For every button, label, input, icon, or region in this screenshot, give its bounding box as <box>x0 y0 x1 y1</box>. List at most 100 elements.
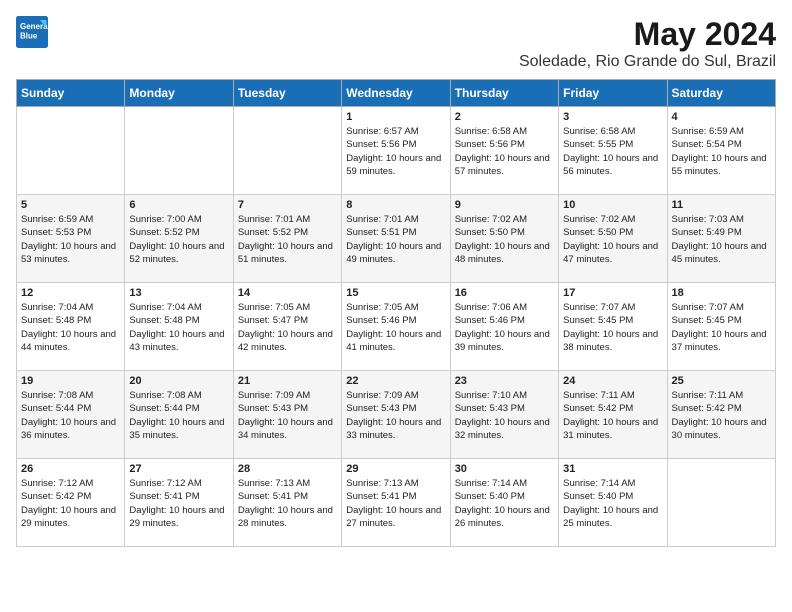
calendar-cell: 19Sunrise: 7:08 AMSunset: 5:44 PMDayligh… <box>17 371 125 459</box>
calendar-cell: 31Sunrise: 7:14 AMSunset: 5:40 PMDayligh… <box>559 459 667 547</box>
day-info: Sunrise: 7:04 AMSunset: 5:48 PMDaylight:… <box>129 301 228 354</box>
calendar-cell: 24 Sunrise: 7:11 AMSunset: 5:42 PMDayligh… <box>559 371 667 459</box>
day-number: 1 <box>346 111 445 123</box>
weekday-header: Monday <box>125 80 233 107</box>
calendar-cell: 30 Sunrise: 7:14 AMSunset: 5:40 PMDayligh… <box>450 459 558 547</box>
calendar-cell: 1 Sunrise: 6:57 AMSunset: 5:56 PMDaylight… <box>342 107 450 195</box>
day-number: 21 <box>238 375 337 387</box>
day-number: 2 <box>455 111 554 123</box>
calendar-week-row: 19 Sunrise: 7:08 AMSunset: 5:44 PMDayligh… <box>17 371 776 459</box>
calendar-week-row: 26 Sunrise: 7:12 AMSunset: 5:42 PMDayligh… <box>17 459 776 547</box>
day-info: Sunrise: 6:59 AMSunset: 5:54 PMDaylight:… <box>672 125 771 178</box>
calendar-cell: 12 Sunrise: 7:04 AMSunset: 5:48 PMDayligh… <box>17 283 125 371</box>
day-number: 4 <box>672 111 771 123</box>
calendar-cell: 25 Sunrise: 7:11 AMSunset: 5:42 PMDayligh… <box>667 371 775 459</box>
calendar-cell: 14 Sunrise: 7:05 AMSunset: 5:47 PMDayligh… <box>233 283 341 371</box>
calendar-table: SundayMondayTuesdayWednesdayThursdayFrid… <box>16 79 776 547</box>
calendar-week-row: 12 Sunrise: 7:04 AMSunset: 5:48 PMDayligh… <box>17 283 776 371</box>
day-number: 6 <box>129 199 228 211</box>
day-info: Sunrise: 7:07 AMSunset: 5:45 PMDaylight:… <box>563 301 662 354</box>
day-number: 27 <box>129 463 228 475</box>
weekday-header: Friday <box>559 80 667 107</box>
day-number: 10 <box>563 199 662 211</box>
day-info: Sunrise: 7:05 AMSunset: 5:46 PMDaylight:… <box>346 301 445 354</box>
day-number: 29 <box>346 463 445 475</box>
day-number: 7 <box>238 199 337 211</box>
day-info: Sunrise: 7:02 AMSunset: 5:50 PMDaylight:… <box>455 213 554 266</box>
day-number: 12 <box>21 287 120 299</box>
day-info: Sunrise: 7:12 AMSunset: 5:42 PMDaylight:… <box>21 477 120 530</box>
calendar-cell: 23Sunrise: 7:10 AMSunset: 5:43 PMDayligh… <box>450 371 558 459</box>
weekday-header: Thursday <box>450 80 558 107</box>
svg-text:Blue: Blue <box>20 31 38 40</box>
day-info: Sunrise: 7:03 AMSunset: 5:49 PMDaylight:… <box>672 213 771 266</box>
month-title: May 2024 <box>519 16 776 53</box>
calendar-cell: 26 Sunrise: 7:12 AMSunset: 5:42 PMDayligh… <box>17 459 125 547</box>
weekday-header: Wednesday <box>342 80 450 107</box>
title-block: May 2024 Soledade, Rio Grande do Sul, Br… <box>519 16 776 71</box>
day-number: 24 <box>563 375 662 387</box>
day-info: Sunrise: 7:09 AMSunset: 5:43 PMDaylight:… <box>238 389 337 442</box>
day-info: Sunrise: 7:14 AMSunset: 5:40 PMDaylight:… <box>563 477 662 530</box>
day-number: 3 <box>563 111 662 123</box>
day-info: Sunrise: 6:57 AMSunset: 5:56 PMDaylight:… <box>346 125 445 178</box>
day-info: Sunrise: 7:09 AMSunset: 5:43 PMDaylight:… <box>346 389 445 442</box>
day-info: Sunrise: 7:01 AMSunset: 5:52 PMDaylight:… <box>238 213 337 266</box>
day-number: 28 <box>238 463 337 475</box>
day-number: 19 <box>21 375 120 387</box>
calendar-week-row: 1 Sunrise: 6:57 AMSunset: 5:56 PMDaylight… <box>17 107 776 195</box>
calendar-cell: 6 Sunrise: 7:00 AMSunset: 5:52 PMDaylight… <box>125 195 233 283</box>
calendar-cell: 17 Sunrise: 7:07 AMSunset: 5:45 PMDayligh… <box>559 283 667 371</box>
day-number: 9 <box>455 199 554 211</box>
day-number: 17 <box>563 287 662 299</box>
day-info: Sunrise: 7:08 AMSunset: 5:44 PMDaylight:… <box>129 389 228 442</box>
calendar-cell: 5 Sunrise: 6:59 AMSunset: 5:53 PMDaylight… <box>17 195 125 283</box>
day-number: 26 <box>21 463 120 475</box>
calendar-cell: 16 Sunrise: 7:06 AMSunset: 5:46 PMDayligh… <box>450 283 558 371</box>
day-info: Sunrise: 7:14 AMSunset: 5:40 PMDaylight:… <box>455 477 554 530</box>
day-info: Sunrise: 7:07 AMSunset: 5:45 PMDaylight:… <box>672 301 771 354</box>
day-info: Sunrise: 7:02 AMSunset: 5:50 PMDaylight:… <box>563 213 662 266</box>
calendar-cell: 8Sunrise: 7:01 AMSunset: 5:51 PMDaylight… <box>342 195 450 283</box>
day-info: Sunrise: 7:05 AMSunset: 5:47 PMDaylight:… <box>238 301 337 354</box>
day-number: 5 <box>21 199 120 211</box>
calendar-cell: 2 Sunrise: 6:58 AMSunset: 5:56 PMDaylight… <box>450 107 558 195</box>
day-number: 14 <box>238 287 337 299</box>
calendar-cell: 13Sunrise: 7:04 AMSunset: 5:48 PMDayligh… <box>125 283 233 371</box>
page-header: General Blue May 2024 Soledade, Rio Gran… <box>16 16 776 71</box>
day-info: Sunrise: 7:12 AMSunset: 5:41 PMDaylight:… <box>129 477 228 530</box>
calendar-cell: 29 Sunrise: 7:13 AMSunset: 5:41 PMDayligh… <box>342 459 450 547</box>
day-info: Sunrise: 7:11 AMSunset: 5:42 PMDaylight:… <box>563 389 662 442</box>
calendar-cell: 18Sunrise: 7:07 AMSunset: 5:45 PMDayligh… <box>667 283 775 371</box>
day-number: 11 <box>672 199 771 211</box>
calendar-cell: 15 Sunrise: 7:05 AMSunset: 5:46 PMDayligh… <box>342 283 450 371</box>
day-number: 15 <box>346 287 445 299</box>
calendar-cell: 22 Sunrise: 7:09 AMSunset: 5:43 PMDayligh… <box>342 371 450 459</box>
day-info: Sunrise: 6:59 AMSunset: 5:53 PMDaylight:… <box>21 213 120 266</box>
day-info: Sunrise: 7:00 AMSunset: 5:52 PMDaylight:… <box>129 213 228 266</box>
weekday-header: Tuesday <box>233 80 341 107</box>
day-number: 8 <box>346 199 445 211</box>
day-info: Sunrise: 7:11 AMSunset: 5:42 PMDaylight:… <box>672 389 771 442</box>
day-info: Sunrise: 7:13 AMSunset: 5:41 PMDaylight:… <box>346 477 445 530</box>
calendar-cell: 10 Sunrise: 7:02 AMSunset: 5:50 PMDayligh… <box>559 195 667 283</box>
day-info: Sunrise: 7:04 AMSunset: 5:48 PMDaylight:… <box>21 301 120 354</box>
day-number: 20 <box>129 375 228 387</box>
calendar-cell: 4 Sunrise: 6:59 AMSunset: 5:54 PMDaylight… <box>667 107 775 195</box>
calendar-week-row: 5 Sunrise: 6:59 AMSunset: 5:53 PMDaylight… <box>17 195 776 283</box>
day-info: Sunrise: 7:13 AMSunset: 5:41 PMDaylight:… <box>238 477 337 530</box>
day-info: Sunrise: 6:58 AMSunset: 5:56 PMDaylight:… <box>455 125 554 178</box>
calendar-cell <box>125 107 233 195</box>
calendar-cell: 20 Sunrise: 7:08 AMSunset: 5:44 PMDayligh… <box>125 371 233 459</box>
day-number: 16 <box>455 287 554 299</box>
day-number: 25 <box>672 375 771 387</box>
day-number: 23 <box>455 375 554 387</box>
day-number: 30 <box>455 463 554 475</box>
calendar-cell: 9 Sunrise: 7:02 AMSunset: 5:50 PMDaylight… <box>450 195 558 283</box>
calendar-cell: 28 Sunrise: 7:13 AMSunset: 5:41 PMDayligh… <box>233 459 341 547</box>
day-info: Sunrise: 7:06 AMSunset: 5:46 PMDaylight:… <box>455 301 554 354</box>
day-number: 22 <box>346 375 445 387</box>
calendar-cell <box>667 459 775 547</box>
calendar-cell: 21 Sunrise: 7:09 AMSunset: 5:43 PMDayligh… <box>233 371 341 459</box>
calendar-cell: 11 Sunrise: 7:03 AMSunset: 5:49 PMDayligh… <box>667 195 775 283</box>
